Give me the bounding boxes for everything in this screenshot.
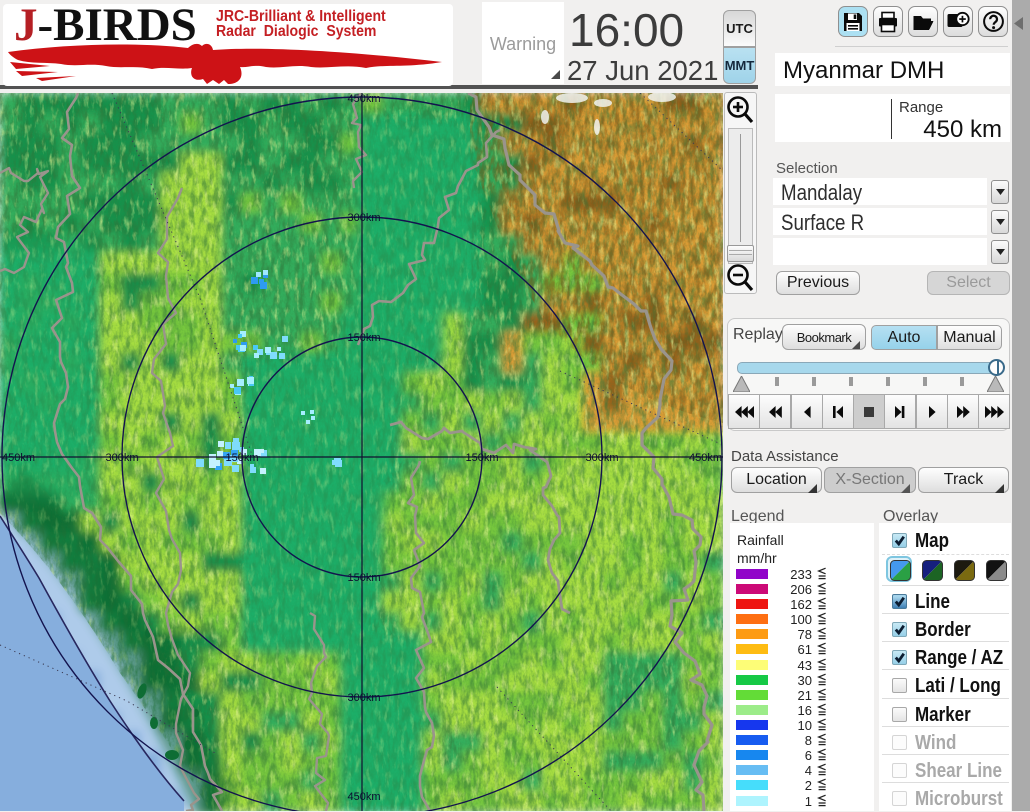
svg-text:450km: 450km (347, 93, 380, 105)
svg-text:300km: 300km (105, 452, 138, 464)
svg-text:150km: 150km (347, 332, 380, 344)
svg-text:150km: 150km (465, 452, 498, 464)
svg-text:150km: 150km (225, 452, 258, 464)
svg-text:300km: 300km (585, 452, 618, 464)
svg-text:300km: 300km (347, 692, 380, 704)
svg-text:300km: 300km (347, 212, 380, 224)
svg-text:450km: 450km (2, 452, 35, 464)
svg-text:450km: 450km (689, 452, 722, 464)
svg-text:150km: 150km (347, 572, 380, 584)
svg-text:450km: 450km (347, 791, 380, 803)
